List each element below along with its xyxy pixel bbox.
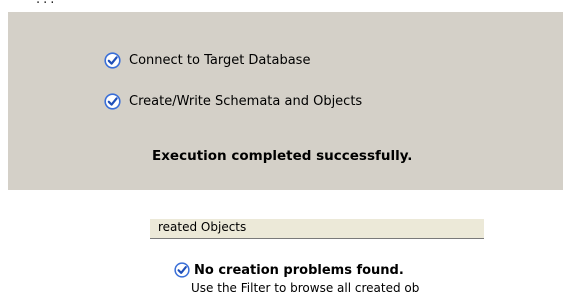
result-row: No creation problems found. bbox=[174, 262, 404, 278]
progress-panel: ... Connect to Target Database Create/Wr… bbox=[8, 0, 563, 190]
result-hint: Use the Filter to browse all created ob bbox=[191, 281, 420, 295]
check-circle-icon bbox=[104, 51, 121, 69]
tab-label: reated Objects bbox=[158, 220, 247, 234]
execution-status-message: Execution completed successfully. bbox=[152, 148, 413, 164]
clipped-header-text: ... bbox=[36, 0, 57, 7]
task-label: Connect to Target Database bbox=[129, 52, 311, 68]
check-circle-icon bbox=[174, 262, 190, 278]
tab-created-objects[interactable]: reated Objects bbox=[150, 219, 484, 239]
top-strip: ... bbox=[8, 0, 563, 12]
task-row-connect: Connect to Target Database bbox=[104, 50, 310, 70]
created-objects-panel: reated Objects No creation problems foun… bbox=[150, 219, 484, 300]
check-circle-icon bbox=[104, 92, 121, 110]
result-title: No creation problems found. bbox=[194, 262, 404, 278]
task-row-create-schemata: Create/Write Schemata and Objects bbox=[104, 91, 362, 111]
task-label: Create/Write Schemata and Objects bbox=[129, 93, 363, 109]
